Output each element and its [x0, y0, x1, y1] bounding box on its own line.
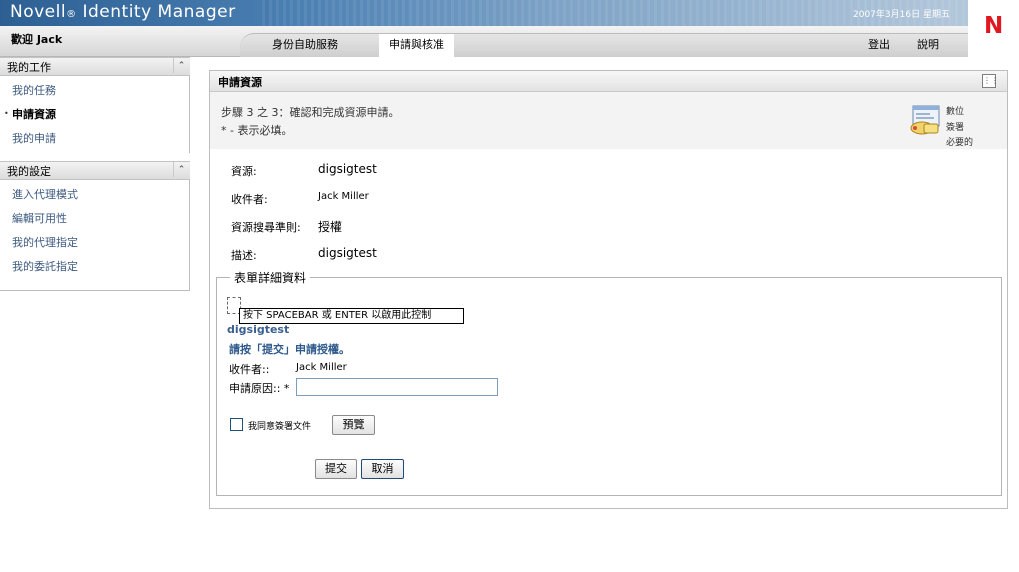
- novell-logo-icon: N: [984, 13, 1004, 39]
- sidebar-item-edit-availability[interactable]: 編輯可用性: [12, 210, 67, 226]
- brand-product: Identity Manager: [76, 2, 236, 22]
- search-criteria-value: 授權: [318, 220, 343, 234]
- welcome-message: 歡迎 Jack: [11, 33, 63, 46]
- agree-sign-checkbox[interactable]: [230, 418, 243, 431]
- current-date: 2007年3月16日 星期五: [853, 10, 950, 20]
- collapse-icon[interactable]: ⌃: [173, 162, 189, 177]
- collapse-icon[interactable]: ⌃: [173, 58, 189, 73]
- agree-sign-label: 我同意簽署文件: [248, 422, 312, 432]
- form-details-legend: 表單詳細資料: [230, 269, 311, 286]
- product-brand: Novell® Identity Manager: [10, 2, 236, 22]
- sidebar-section-title: 我的設定: [7, 165, 51, 178]
- sidebar-item-my-tasks[interactable]: 我的任務: [12, 82, 56, 98]
- logout-link[interactable]: 登出: [868, 34, 890, 56]
- digital-signature-icon: [910, 105, 940, 135]
- submit-button[interactable]: 提交: [315, 459, 357, 479]
- instruction-area: 步驟 3 之 3：確認和完成資源申請。 * - 表示必填。 數位 簽署 必要的: [210, 92, 1007, 149]
- request-reason-input[interactable]: [296, 378, 498, 396]
- control-tooltip: 按下 SPACEBAR 或 ENTER 以啟用此控制: [239, 308, 464, 324]
- sidebar-item-request-resource[interactable]: 申請資源: [12, 106, 56, 122]
- brand-registered-mark: ®: [66, 9, 77, 20]
- current-item-bullet-icon: •: [4, 109, 9, 118]
- signature-label-line: 必要的: [946, 138, 974, 148]
- recipient-label: 收件者:: [231, 193, 268, 206]
- signature-label-line: 數位: [946, 107, 965, 117]
- form-recipient-label: 收件者::: [229, 363, 270, 376]
- required-note: * - 表示必填。: [221, 124, 293, 137]
- resource-value: digsigtest: [318, 162, 377, 176]
- sidebar-section-header: 我的工作 ⌃: [0, 57, 190, 76]
- sidebar-section-header: 我的設定 ⌃: [0, 161, 190, 180]
- form-resource-name: digsigtest: [227, 323, 290, 336]
- panel-header: 申請資源 ⋮⋮: [210, 71, 1007, 92]
- sidebar-item-my-proxy-assignments[interactable]: 我的代理指定: [12, 234, 78, 250]
- panel-title: 申請資源: [218, 76, 262, 89]
- sidebar-item-my-delegate-assignments[interactable]: 我的委託指定: [12, 258, 78, 274]
- help-link[interactable]: 說明: [917, 34, 939, 56]
- search-criteria-label: 資源搜尋準則:: [231, 221, 301, 234]
- panel-menu-icon[interactable]: ⋮⋮: [982, 74, 999, 88]
- tab-request-approve[interactable]: 申請與核准: [379, 34, 454, 57]
- sidebar-my-work: 我的工作 ⌃ 我的任務 • 申請資源 我的申請: [0, 57, 190, 153]
- brand-name: Novell: [10, 2, 67, 22]
- sidebar-my-settings: 我的設定 ⌃ 進入代理模式 編輯可用性 我的代理指定 我的委託指定: [0, 161, 190, 291]
- tab-identity-self-service[interactable]: 身份自助服務: [272, 34, 338, 56]
- sidebar-item-my-requests[interactable]: 我的申請: [12, 130, 56, 146]
- recipient-value: Jack Miller: [318, 191, 369, 202]
- description-value: digsigtest: [318, 246, 377, 260]
- description-label: 描述:: [231, 249, 257, 262]
- tab-strip: [240, 33, 968, 57]
- preview-button[interactable]: 預覽: [332, 415, 375, 435]
- sidebar-section-title: 我的工作: [7, 61, 51, 74]
- form-details-fieldset: 表單詳細資料 按下 SPACEBAR 或 ENTER 以啟用此控制 digsig…: [216, 269, 1002, 496]
- sidebar-item-proxy-mode[interactable]: 進入代理模式: [12, 186, 78, 202]
- resource-label: 資源:: [231, 165, 257, 178]
- signature-label-line: 簽署: [946, 123, 965, 133]
- submit-instruction: 請按「提交」申請授權。: [229, 343, 350, 356]
- request-reason-label: 申請原因:: *: [229, 382, 290, 395]
- cancel-button[interactable]: 取消: [361, 459, 404, 479]
- step-text: 步驟 3 之 3：確認和完成資源申請。: [221, 106, 400, 119]
- request-resource-panel: 申請資源 ⋮⋮ 步驟 3 之 3：確認和完成資源申請。 * - 表示必填。 數位…: [209, 70, 1008, 509]
- form-recipient-value: Jack Miller: [296, 362, 347, 373]
